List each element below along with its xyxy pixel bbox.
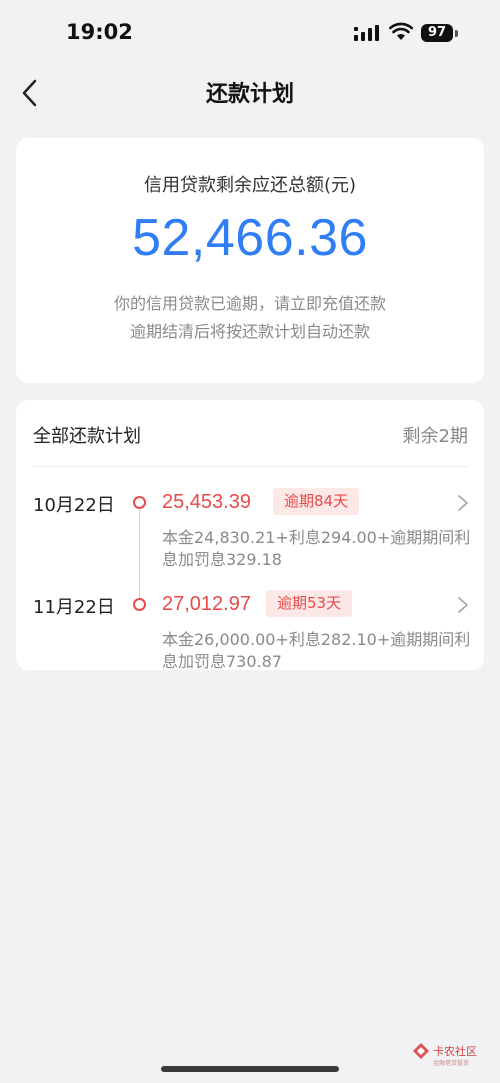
plan-item-date: 11月22日 xyxy=(33,597,115,618)
battery-tip xyxy=(455,30,458,37)
chevron-right-icon xyxy=(458,597,468,613)
plan-item-breakdown: 本金24,830.21+利息294.00+逾期期间利息加罚息329.18 xyxy=(162,528,471,569)
wifi-icon xyxy=(389,22,413,40)
repayment-plan-card: 全部还款计划 剩余2期 10月22日 25,453.39 逾期84天 本金24,… xyxy=(16,400,484,671)
plan-section-title: 全部还款计划 xyxy=(33,426,141,447)
nav-bar: 还款计划 xyxy=(0,64,500,122)
overdue-badge: 逾期84天 xyxy=(273,488,360,515)
battery-level: 97 xyxy=(427,25,447,40)
status-time: 19:02 xyxy=(66,20,133,44)
divider xyxy=(33,466,468,467)
remaining-total-amount: 52,466.36 xyxy=(132,209,368,267)
overdue-notice-line2: 逾期结清后将按还款计划自动还款 xyxy=(129,322,370,341)
plan-item-date: 10月22日 xyxy=(33,495,115,516)
watermark-subtext: 金融借贷投资 xyxy=(433,1060,470,1067)
plan-item[interactable]: 11月22日 27,012.97 逾期53天 本金26,000.00+利息282… xyxy=(16,590,484,683)
overdue-badge: 逾期53天 xyxy=(266,590,353,617)
page-title: 还款计划 xyxy=(205,82,294,107)
overdue-notice-line1: 你的信用贷款已逾期，请立即充值还款 xyxy=(113,294,386,313)
watermark-logo-icon xyxy=(413,1043,429,1059)
plan-item-breakdown: 本金26,000.00+利息282.10+逾期期间利息加罚息730.87 xyxy=(162,630,471,671)
remaining-periods: 剩余2期 xyxy=(402,426,468,447)
chevron-right-icon xyxy=(458,495,468,511)
cellular-signal-icon xyxy=(354,25,379,41)
timeline-dot xyxy=(133,598,146,611)
plan-item-amount: 25,453.39 xyxy=(162,491,251,513)
plan-item-amount: 27,012.97 xyxy=(162,593,251,615)
home-indicator[interactable] xyxy=(161,1066,339,1072)
timeline-dot xyxy=(133,496,146,509)
status-bar: 19:02 97 xyxy=(0,0,500,64)
remaining-total-label: 信用贷款剩余应还总额(元) xyxy=(143,175,357,196)
battery-icon: 97 xyxy=(421,24,453,42)
watermark-text: 卡农社区 xyxy=(433,1045,477,1058)
summary-card: 信用贷款剩余应还总额(元) 52,466.36 你的信用贷款已逾期，请立即充值还… xyxy=(16,138,484,383)
plan-item[interactable]: 10月22日 25,453.39 逾期84天 本金24,830.21+利息294… xyxy=(16,488,484,581)
